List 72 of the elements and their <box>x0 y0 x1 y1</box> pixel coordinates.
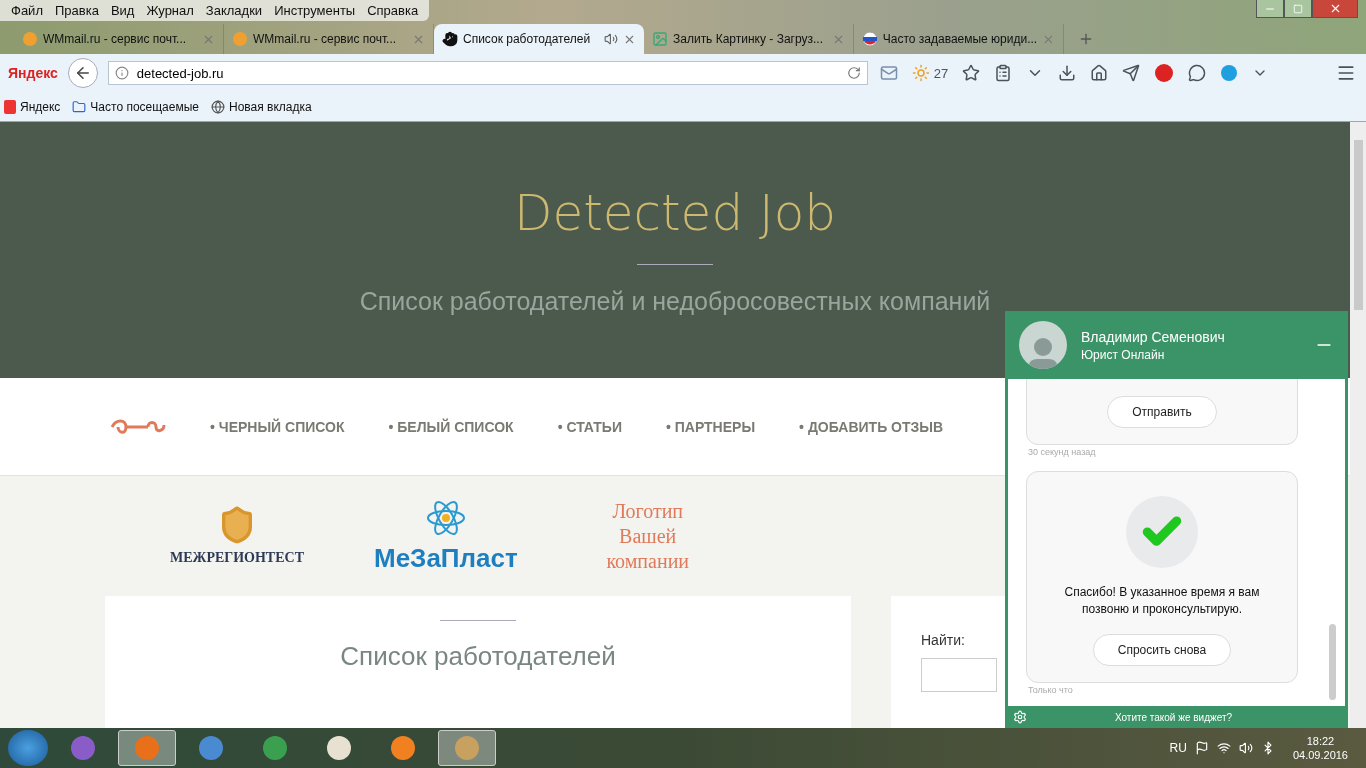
menu-item[interactable]: Файл <box>6 3 48 18</box>
menu-item[interactable]: Закладки <box>200 3 268 18</box>
chat-button[interactable]: Спросить снова <box>1092 633 1232 666</box>
site-title: Detected Job <box>513 183 837 242</box>
browser-tab[interactable]: Список работодателей <box>434 24 644 54</box>
menu-item[interactable]: Вид <box>105 3 140 18</box>
agent-name: Владимир Семенович <box>1081 328 1226 345</box>
hand-icon <box>442 31 458 47</box>
agent-role: Юрист Онлайн <box>1081 347 1166 362</box>
search-label: Найти: <box>921 632 966 648</box>
message-time: 30 секунд назад <box>1028 447 1097 457</box>
search-field[interactable] <box>921 658 997 692</box>
tab-title: Залить Картинку - Загруз... <box>673 32 824 46</box>
flag-icon <box>862 31 878 47</box>
section-title: Список работодателей <box>340 641 616 672</box>
ornament-icon <box>110 417 166 436</box>
globe-icon <box>211 99 225 114</box>
clock[interactable]: 18:22 04.09.2016 <box>1282 735 1358 761</box>
tab-title: WMmail.ru - сервис почт... <box>43 32 188 46</box>
close-button[interactable] <box>1312 0 1358 18</box>
folder-icon <box>72 99 87 114</box>
back-button[interactable] <box>67 58 98 88</box>
app-icon <box>326 735 352 761</box>
bookmark-link[interactable]: Часто посещаемые <box>72 99 199 114</box>
widget-link[interactable]: Хотите такой же виджет? <box>1027 711 1320 723</box>
minimize-button[interactable] <box>1256 0 1284 18</box>
new-tab-icon[interactable] <box>1078 31 1094 47</box>
partner-logo-text: МеЗаПласт <box>374 541 518 575</box>
reload-icon[interactable] <box>846 66 861 80</box>
nav-link[interactable]: • ДОБАВИТЬ ОТЗЫВ <box>799 418 944 435</box>
flag-icon[interactable] <box>1194 741 1209 755</box>
nav-link[interactable]: • СТАТЬИ <box>557 418 622 435</box>
message-time: Только что <box>1028 684 1074 695</box>
avatar <box>1019 321 1067 369</box>
message-text: Спасибо! В указанное время я вам позвоню и проконсультирую. <box>1063 584 1261 618</box>
nav-link[interactable]: • ЧЕРНЫЙ СПИСОК <box>210 418 345 435</box>
info-icon[interactable] <box>114 66 129 80</box>
nav-link[interactable]: • ПАРТНЕРЫ <box>665 418 756 435</box>
partner-logo-text: МЕЖРЕГИОНТЕСТ <box>170 549 304 567</box>
scrollbar[interactable] <box>1350 122 1366 728</box>
weather-button[interactable]: 27 <box>909 62 951 84</box>
browser-brand[interactable]: Яндекс <box>8 65 58 81</box>
signal-icon[interactable] <box>1216 741 1231 755</box>
image-icon <box>652 31 668 47</box>
tab-title: WMmail.ru - сервис почт... <box>253 32 398 46</box>
menu-item[interactable]: Инструменты <box>269 3 361 18</box>
partner-logo-text: Логотип Вашей компании <box>605 498 691 574</box>
sun-icon <box>911 64 930 82</box>
maximize-button[interactable] <box>1284 0 1312 18</box>
app-icon <box>390 735 416 761</box>
start-button[interactable] <box>8 730 48 766</box>
address-bar[interactable]: detected-job.ru <box>107 61 868 85</box>
app-icon <box>262 735 288 761</box>
chat-button[interactable]: Отправить <box>1107 396 1217 428</box>
coin-icon <box>232 31 248 47</box>
nav-link[interactable]: • БЕЛЫЙ СПИСОК <box>388 418 514 435</box>
bookmark-link[interactable]: Яндекс <box>4 99 61 114</box>
app-icon <box>134 735 160 761</box>
bookmark-link[interactable]: Новая вкладка <box>211 99 312 114</box>
menu-item[interactable]: Журнал <box>141 3 199 18</box>
menu-item[interactable]: Правка <box>49 3 104 18</box>
menu-item[interactable]: Справка <box>362 3 424 18</box>
site-subtitle: Список работодателей и недобросовестных компаний <box>359 286 991 316</box>
language-indicator[interactable]: RU <box>1169 741 1187 755</box>
tab-title: Список работодателей <box>463 32 592 46</box>
scrollbar-thumb[interactable] <box>1329 624 1336 700</box>
maximize-icon <box>1293 3 1303 14</box>
tab-title: Часто задаваемые юриди... <box>882 32 1038 46</box>
settings-icon[interactable] <box>1013 710 1027 724</box>
app-icon <box>70 735 96 761</box>
coin-icon <box>22 31 38 47</box>
url-text: detected-job.ru <box>136 65 225 81</box>
